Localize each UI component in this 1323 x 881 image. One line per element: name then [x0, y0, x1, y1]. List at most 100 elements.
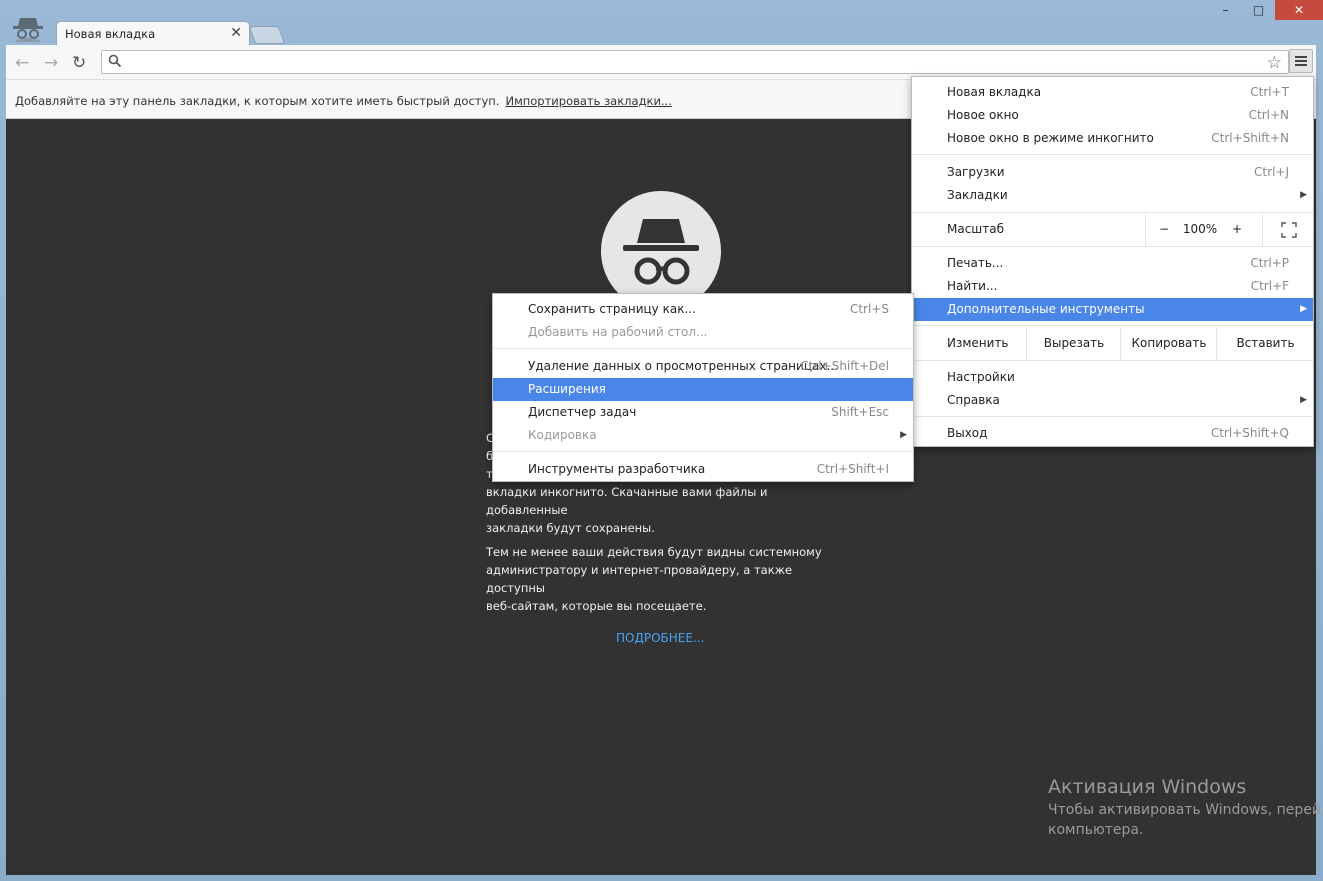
menu-item-shortcut: Ctrl+S [849, 302, 889, 316]
menu-edit-row: Изменить Вырезать Копировать Вставить [912, 327, 1313, 360]
incognito-icon [13, 18, 43, 42]
paste-button[interactable]: Вставить [1216, 327, 1314, 360]
tab-title: Новая вкладка [65, 27, 156, 41]
text-line: закладки будут сохранены. [486, 521, 655, 535]
copy-label: Копировать [1131, 336, 1207, 350]
chrome-menu-button[interactable] [1289, 49, 1313, 73]
learn-more-link[interactable]: ПОДРОБНЕЕ... [616, 631, 704, 645]
close-icon[interactable]: ✕ [1275, 0, 1323, 20]
zoom-plus-icon: + [1231, 222, 1243, 236]
text-line: Тем не менее ваши действия будут видны с… [486, 545, 822, 559]
zoom-minus-icon: − [1158, 222, 1170, 236]
incognito-warning: Тем не менее ваши действия будут видны с… [486, 543, 846, 615]
menu-item-label: Дополнительные инструменты [947, 302, 1145, 316]
bookmarks-hint: Добавляйте на эту панель закладки, к кот… [15, 94, 500, 108]
maximize-icon[interactable]: □ [1242, 0, 1275, 20]
menu-item-shortcut: Ctrl+Shift+N [1211, 131, 1289, 145]
menu-item-shortcut: Ctrl+P [1250, 256, 1289, 270]
paste-label: Вставить [1236, 336, 1295, 350]
menu-item-label: Новое окно [947, 108, 1019, 122]
menu-item-new-window[interactable]: Новое окно Ctrl+N [912, 104, 1313, 127]
search-icon [108, 54, 122, 68]
star-icon[interactable]: ☆ [1267, 53, 1282, 73]
text-line: вкладки инкогнито. Скачанные вами файлы … [486, 485, 768, 517]
text-line: веб-сайтам, которые вы посещаете. [486, 599, 707, 613]
menu-item-shortcut: Ctrl+J [1254, 165, 1289, 179]
menu-item-label: Новая вкладка [947, 85, 1042, 99]
menu-item-find[interactable]: Найти... Ctrl+F [912, 275, 1313, 298]
fullscreen-button[interactable] [1262, 213, 1314, 246]
menu-item-label: Закладки [947, 188, 1008, 202]
zoom-level: 100% [1181, 213, 1219, 246]
import-bookmarks-link[interactable]: Импортировать закладки... [505, 94, 671, 108]
menu-item-new-tab[interactable]: Новая вкладка Ctrl+T [912, 81, 1313, 104]
zoom-value: 100% [1182, 222, 1218, 236]
menu-item-label: Настройки [947, 370, 1015, 384]
activation-watermark-title: Активация Windows [1048, 776, 1247, 798]
menu-separator [912, 360, 1313, 361]
fullscreen-icon [1280, 221, 1297, 238]
menu-item-settings[interactable]: Настройки [912, 366, 1313, 389]
menu-separator [493, 451, 913, 452]
menu-item-label: Печать... [947, 256, 1004, 270]
menu-item-incognito-window[interactable]: Новое окно в режиме инкогнито Ctrl+Shift… [912, 127, 1313, 150]
submenu-arrow-icon: ▶ [1300, 395, 1307, 405]
tab-new-tab[interactable]: Новая вкладка ✕ [56, 21, 250, 46]
zoom-out-button[interactable]: − [1145, 213, 1182, 246]
submenu-item-add-to-desktop: Добавить на рабочий стол... [493, 321, 913, 344]
menu-item-label: Кодировка [528, 428, 597, 442]
submenu-item-task-manager[interactable]: Диспетчер задач Shift+Esc [493, 401, 913, 424]
chrome-main-menu: Новая вкладка Ctrl+T Новое окно Ctrl+N Н… [911, 76, 1314, 447]
menu-item-shortcut: Ctrl+T [1250, 85, 1289, 99]
menu-item-label: Выход [947, 426, 988, 440]
zoom-in-button[interactable]: + [1219, 213, 1255, 246]
menu-item-exit[interactable]: Выход Ctrl+Shift+Q [912, 422, 1313, 445]
menu-item-label: Диспетчер задач [528, 405, 637, 419]
menu-item-label: Сохранить страницу как... [528, 302, 696, 316]
menu-item-downloads[interactable]: Загрузки Ctrl+J [912, 161, 1313, 184]
menu-item-label: Загрузки [947, 165, 1005, 179]
back-icon[interactable]: ← [15, 53, 29, 73]
reload-icon[interactable]: ↻ [72, 53, 86, 73]
menu-item-shortcut: Ctrl+F [1250, 279, 1289, 293]
submenu-item-clear-data[interactable]: Удаление данных о просмотренных страница… [493, 355, 913, 378]
menu-item-help[interactable]: Справка ▶ [912, 389, 1313, 412]
new-tab-button[interactable] [248, 26, 286, 44]
menu-item-label: Найти... [947, 279, 998, 293]
address-bar[interactable]: ☆ [101, 50, 1289, 74]
menu-item-shortcut: Ctrl+Shift+Del [800, 359, 889, 373]
cut-label: Вырезать [1043, 336, 1105, 350]
toolbar: ← → ↻ ☆ [6, 45, 1316, 80]
menu-item-label: Справка [947, 393, 1000, 407]
menu-item-label: Добавить на рабочий стол... [528, 325, 708, 339]
menu-item-bookmarks[interactable]: Закладки ▶ [912, 184, 1313, 207]
submenu-item-dev-tools[interactable]: Инструменты разработчика Ctrl+Shift+I [493, 458, 913, 481]
menu-item-more-tools[interactable]: Дополнительные инструменты ▶ [912, 298, 1313, 321]
menu-separator [493, 348, 913, 349]
menu-item-print[interactable]: Печать... Ctrl+P [912, 252, 1313, 275]
tab-close-icon[interactable]: ✕ [230, 25, 242, 41]
submenu-item-extensions[interactable]: Расширения [493, 378, 913, 401]
menu-item-label: Новое окно в режиме инкогнито [947, 131, 1154, 145]
menu-separator [912, 246, 1313, 247]
menu-item-shortcut: Ctrl+N [1248, 108, 1289, 122]
activation-watermark-line: компьютера. [1048, 822, 1144, 838]
submenu-item-encoding[interactable]: Кодировка ▶ [493, 424, 913, 447]
submenu-arrow-icon: ▶ [900, 430, 907, 440]
menu-item-shortcut: Shift+Esc [831, 405, 889, 419]
forward-icon[interactable]: → [44, 53, 58, 73]
text-line: администратору и интернет-провайдеру, а … [486, 563, 793, 595]
bookmarks-bar-text: Добавляйте на эту панель закладки, к кот… [15, 94, 672, 108]
menu-separator [912, 416, 1313, 417]
submenu-arrow-icon: ▶ [1300, 304, 1307, 314]
menu-item-shortcut: Ctrl+Shift+I [816, 462, 889, 476]
cut-button[interactable]: Вырезать [1026, 327, 1121, 360]
menu-item-shortcut: Ctrl+Shift+Q [1210, 426, 1289, 440]
edit-label: Изменить [947, 336, 1009, 350]
activation-watermark-line: Чтобы активировать Windows, перейд [1048, 802, 1323, 818]
minimize-icon[interactable]: – [1209, 0, 1242, 20]
copy-button[interactable]: Копировать [1120, 327, 1217, 360]
menu-item-label: Расширения [528, 382, 606, 396]
menu-item-label: Удаление данных о просмотренных страница… [528, 359, 838, 373]
submenu-item-save-page[interactable]: Сохранить страницу как... Ctrl+S [493, 298, 913, 321]
